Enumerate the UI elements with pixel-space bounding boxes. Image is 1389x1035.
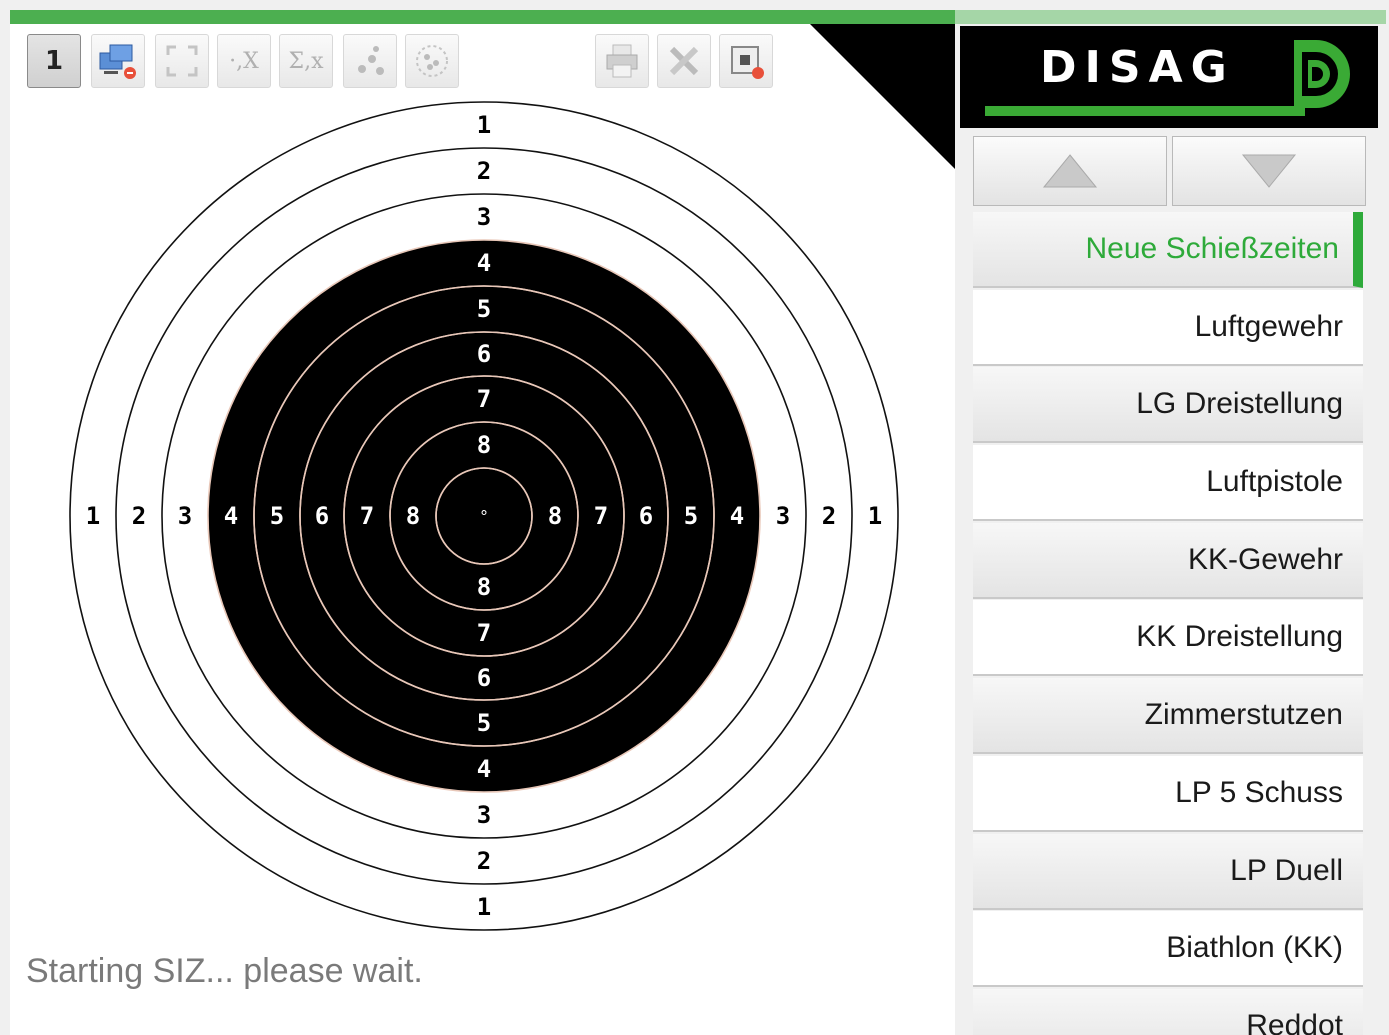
network-icon [99,44,136,79]
brand-logo: DISAG [960,26,1378,128]
menu-item[interactable]: Zimmerstutzen [973,678,1363,755]
ring-number: 5 [684,502,698,530]
menu-item-label: KK-Gewehr [1187,542,1343,576]
progress-bar [10,10,955,24]
target-number-button[interactable]: 1 [27,34,81,88]
shot-group-icon [358,46,384,75]
ring-number: 8 [406,502,420,530]
ring-number: 8 [477,431,491,459]
clear-x-button[interactable]: ·,X [217,34,271,88]
menu-item-label: Zimmerstutzen [1144,698,1343,732]
brand-name: DISAG [1040,42,1235,93]
brand-mark-icon [1294,40,1350,108]
menu-item[interactable]: Luftpistole [973,445,1363,522]
menu-item[interactable]: LG Dreistellung [973,367,1363,444]
menu-item[interactable]: Reddot [973,988,1363,1035]
menu-item[interactable]: LP 5 Schuss [973,755,1363,832]
ring-number: 8 [477,573,491,601]
stop-icon [731,46,764,79]
ring-number: 2 [477,847,491,875]
shot-group-button[interactable] [343,34,397,88]
menu-item[interactable]: Neue Schießzeiten [973,212,1363,288]
ring-number: 3 [477,801,491,829]
ring-number: 7 [360,502,374,530]
arrow-up-icon [1042,154,1098,188]
ring-number: 2 [132,502,146,530]
printer-icon [606,44,638,78]
ring-number: 6 [639,502,653,530]
ring-number: 2 [822,502,836,530]
ring-number: 1 [86,502,100,530]
ring-number: 1 [477,111,491,139]
menu-item[interactable]: Luftgewehr [973,289,1363,366]
tools-icon [669,46,699,76]
network-button[interactable] [91,34,145,88]
menu-item-label: KK Dreistellung [1136,620,1343,654]
menu-item-label: LG Dreistellung [1136,387,1343,421]
menu-item-label: LP 5 Schuss [1175,775,1343,809]
ring-number: 4 [730,502,744,530]
scroll-up-button[interactable] [973,136,1167,206]
menu-item[interactable]: KK-Gewehr [973,522,1363,599]
fullscreen-icon [166,45,198,77]
target-panel: 1 2 3 4 5 6 7 8 8 7 6 5 4 3 2 1 1 2 3 4 5 6 7 8 8 7 6 5 4 3 2 1 ° 1 ·,X … [10,24,955,1035]
ring-number: 4 [477,249,491,277]
ring-number: 6 [477,664,491,692]
ring-number: 5 [477,709,491,737]
menu-item-label: Luftgewehr [1194,309,1343,343]
ring-number: 3 [178,502,192,530]
status-message: Starting SIZ... please wait. [26,952,423,990]
menu-item-label: Reddot [1246,1008,1343,1035]
brand-underline [985,106,1305,116]
scatter-button[interactable] [405,34,459,88]
ring-number: 7 [594,502,608,530]
sum-x-icon: Σ,x [288,48,324,74]
menu-item[interactable]: KK Dreistellung [973,600,1363,677]
ring-number: 6 [477,340,491,368]
ring-number: 2 [477,157,491,185]
scroll-down-button[interactable] [1172,136,1366,206]
target-number-label: 1 [44,46,64,76]
ring-number: 4 [477,755,491,783]
corner-triangle [810,24,955,169]
menu-item-label: Neue Schießzeiten [1085,232,1339,265]
ring-number: 4 [224,502,238,530]
scatter-icon [416,45,448,77]
sum-x-button[interactable]: Σ,x [279,34,333,88]
menu-item-label: Luftpistole [1206,465,1343,499]
ring-number: 6 [315,502,329,530]
stop-button[interactable] [719,34,773,88]
ring-number: 8 [548,502,562,530]
settings-button[interactable] [657,34,711,88]
clear-x-icon: ·,X [229,48,259,74]
sidebar: DISAG Neue Schießzeiten Luftgewehr LG Drei… [955,24,1389,1035]
center-mark: ° [480,507,488,526]
menu-item[interactable]: LP Duell [973,833,1363,910]
print-button[interactable] [595,34,649,88]
menu-item-label: LP Duell [1230,853,1343,887]
ring-number: 7 [477,385,491,413]
ring-number: 1 [477,893,491,921]
ring-number: 7 [477,619,491,647]
ring-number: 3 [776,502,790,530]
arrow-down-icon [1241,154,1297,188]
menu-item[interactable]: Biathlon (KK) [973,911,1363,988]
shooting-target: 1 2 3 4 5 6 7 8 8 7 6 5 4 3 2 1 1 2 3 4 5 6 7 8 8 7 6 5 4 3 2 1 ° [69,101,899,931]
menu-item-label: Biathlon (KK) [1166,931,1343,965]
ring-number: 1 [868,502,882,530]
ring-number: 3 [477,203,491,231]
ring-number: 5 [477,295,491,323]
progress-bar-track [955,10,1386,24]
ring-number: 5 [270,502,284,530]
discipline-menu: Neue Schießzeiten Luftgewehr LG Dreistellu… [973,212,1363,1035]
fullscreen-button[interactable] [155,34,209,88]
